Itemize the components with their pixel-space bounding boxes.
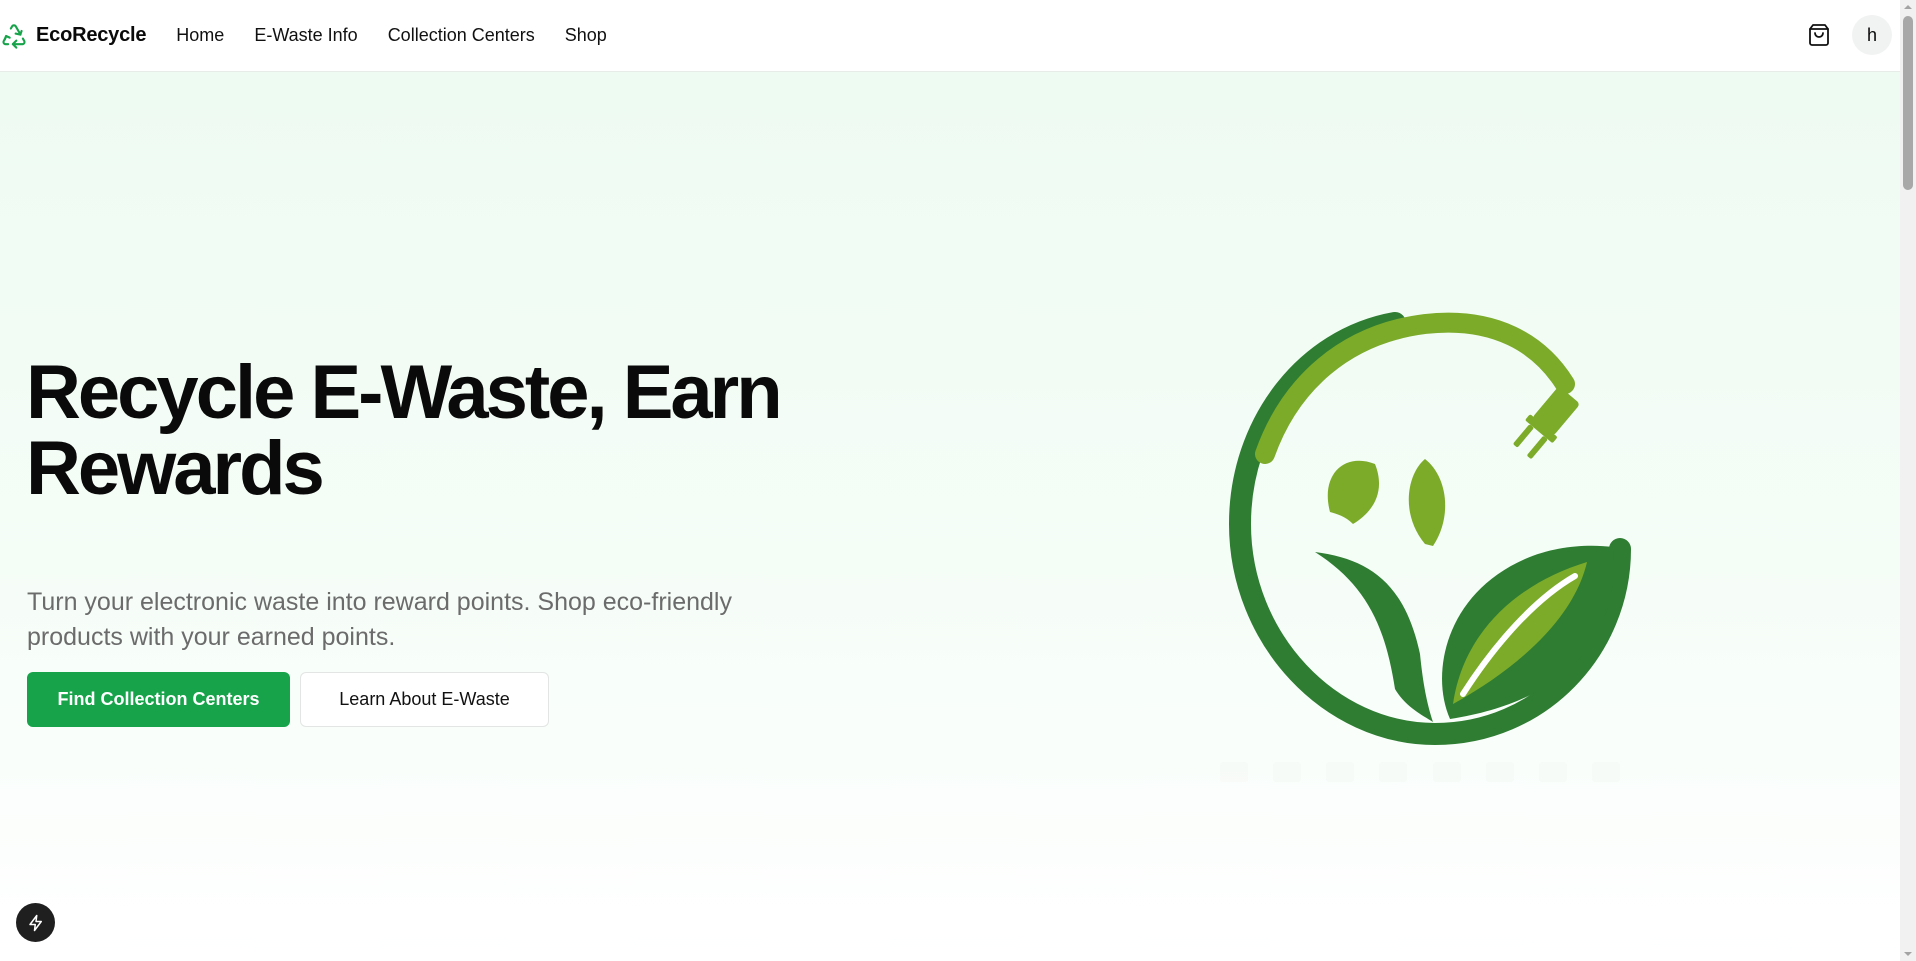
hero-subtitle: Turn your electronic waste into reward p…	[27, 588, 732, 651]
scrollbar-thumb[interactable]	[1903, 16, 1913, 190]
logo-faint-footer	[1220, 762, 1620, 786]
nav-shop[interactable]: Shop	[565, 25, 607, 46]
hero-section: Recycle E-Waste, Earn Rewards Turn your …	[0, 72, 1900, 961]
brand[interactable]: EcoRecycle	[0, 22, 146, 50]
nav-collection-centers[interactable]: Collection Centers	[388, 25, 535, 46]
shopping-bag-icon	[1809, 24, 1829, 46]
main-nav: Home E-Waste Info Collection Centers Sho…	[176, 25, 637, 46]
nav-home[interactable]: Home	[176, 25, 224, 46]
top-navbar: EcoRecycle Home E-Waste Info Collection …	[0, 0, 1900, 72]
page-scrollbar[interactable]	[1900, 0, 1916, 961]
brand-name: EcoRecycle	[36, 24, 147, 46]
recycle-icon	[2, 23, 26, 49]
scroll-up-arrow-icon[interactable]	[1903, 2, 1913, 12]
faint-mark	[1379, 762, 1408, 782]
faint-mark	[1591, 762, 1620, 782]
dev-tools-button[interactable]	[16, 903, 55, 942]
learn-about-e-waste-button[interactable]: Learn About E-Waste	[300, 672, 549, 727]
find-collection-centers-button[interactable]: Find Collection Centers	[27, 672, 290, 727]
eco-plug-leaf-logo	[1228, 312, 1631, 746]
faint-mark	[1538, 762, 1567, 782]
cart-button[interactable]	[1798, 14, 1840, 56]
faint-mark	[1432, 762, 1461, 782]
lightning-icon	[28, 914, 42, 931]
faint-mark	[1326, 762, 1355, 782]
nav-e-waste-info[interactable]: E-Waste Info	[254, 25, 357, 46]
hero-title: Recycle E-Waste, Earn Rewards	[26, 350, 783, 511]
faint-mark	[1273, 762, 1302, 782]
user-avatar[interactable]: h	[1852, 15, 1892, 55]
scroll-down-arrow-icon[interactable]	[1903, 949, 1913, 959]
hero-buttons: Find Collection Centers Learn About E-Wa…	[27, 672, 549, 727]
faint-mark	[1220, 762, 1248, 782]
faint-mark	[1485, 762, 1514, 782]
header-actions: h	[1798, 14, 1892, 56]
